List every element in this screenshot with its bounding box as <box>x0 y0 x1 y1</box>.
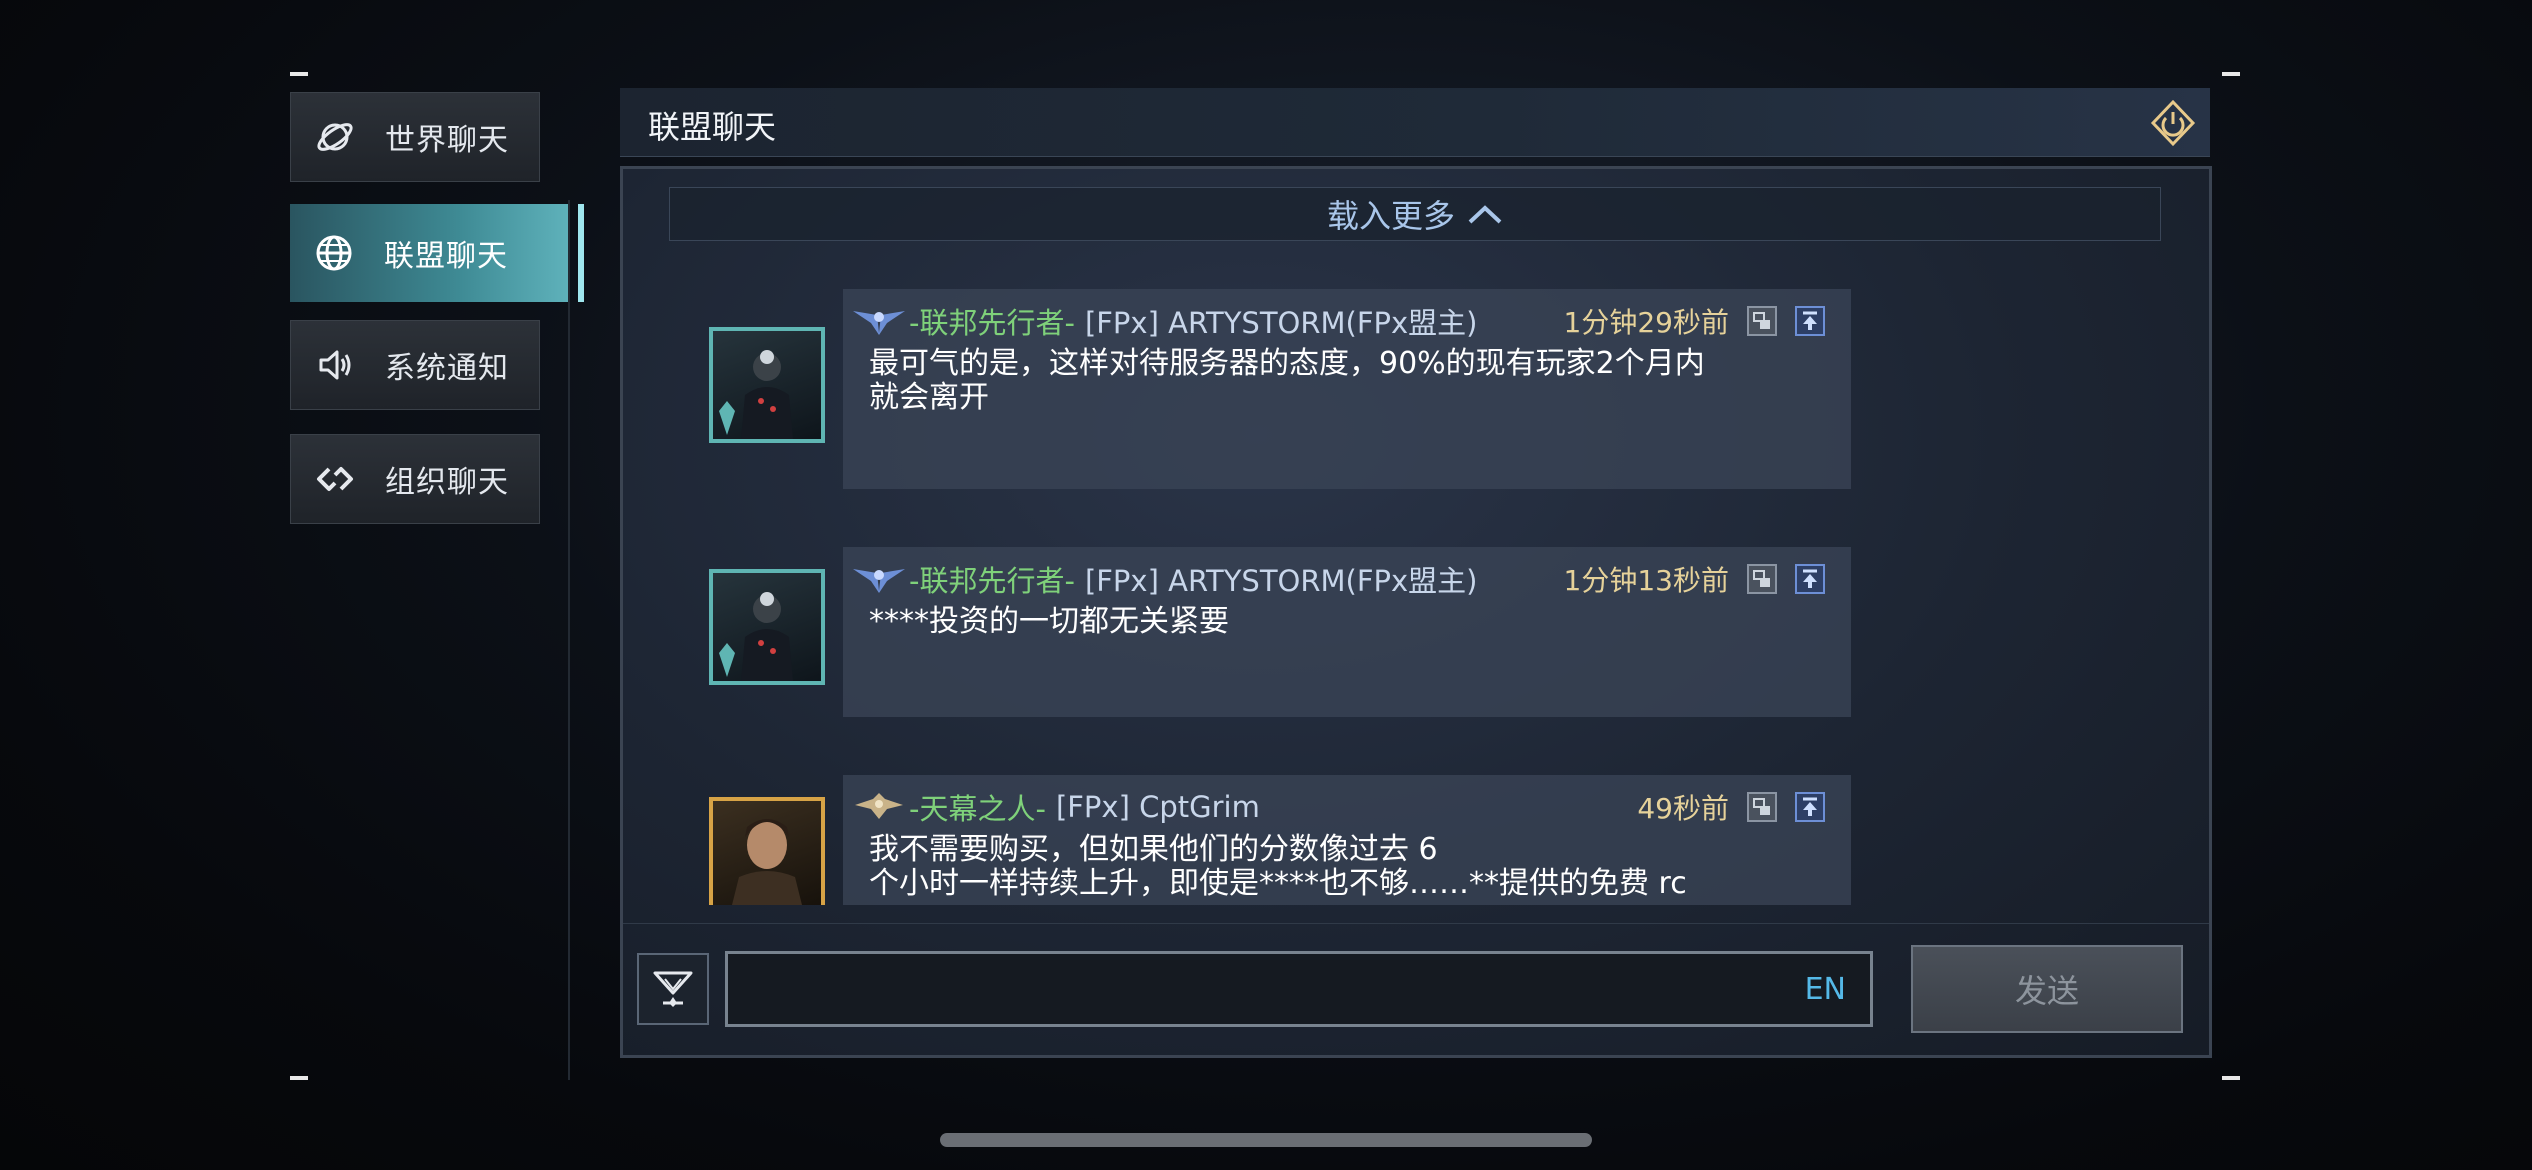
avatar[interactable] <box>709 569 825 685</box>
power-icon <box>2150 99 2196 147</box>
avatar[interactable] <box>709 797 825 905</box>
frame-corner-tl <box>290 72 308 76</box>
message-text: 我不需要购买，但如果他们的分数像过去 6 个小时一样持续上升，即使是****也不… <box>869 832 1687 901</box>
sidebar-divider <box>568 200 570 1080</box>
sidebar-item-org-chat[interactable]: 组织聊天 <box>290 434 540 524</box>
page-title: 联盟聊天 <box>648 108 777 146</box>
rank-wings-icon <box>853 569 905 593</box>
input-divider <box>623 923 2209 924</box>
message-bubble: -联邦先行者- [FPx] ARTYSTORM(FPx盟主) 1分钟29秒前 最… <box>843 289 1851 489</box>
pin-top-icon[interactable] <box>1795 792 1825 822</box>
home-indicator[interactable] <box>940 1133 1592 1147</box>
sidebar-item-label: 系统通知 <box>385 351 509 386</box>
translate-icon[interactable] <box>1747 564 1777 594</box>
filter-icon <box>653 971 693 1007</box>
sidebar-item-world-chat[interactable]: 世界聊天 <box>290 92 540 182</box>
sidebar-item-label: 组织聊天 <box>385 465 509 500</box>
user-name[interactable]: [FPx] ARTYSTORM(FPx盟主) <box>1085 558 1478 600</box>
send-button-label: 发送 <box>2014 972 2079 1010</box>
message-meta: -联邦先行者- [FPx] ARTYSTORM(FPx盟主) 1分钟13秒前 <box>853 557 1825 601</box>
message-bubble: -天幕之人- [FPx] CptGrim 49秒前 我不需要购买，但如果他们的分… <box>843 775 1851 905</box>
user-title: -联邦先行者- <box>909 564 1075 598</box>
message-bubble: -联邦先行者- [FPx] ARTYSTORM(FPx盟主) 1分钟13秒前 *… <box>843 547 1851 717</box>
rank-eagle-icon <box>855 793 903 819</box>
translate-icon[interactable] <box>1747 792 1777 822</box>
link-icon <box>313 457 357 501</box>
message-text: ****投资的一切都无关紧要 <box>869 604 1229 639</box>
message-meta: -联邦先行者- [FPx] ARTYSTORM(FPx盟主) 1分钟29秒前 <box>853 299 1825 343</box>
planet-icon <box>313 115 357 159</box>
frame-corner-br <box>2222 1076 2240 1080</box>
rank-wings-icon <box>853 311 905 335</box>
commander-portrait-icon <box>719 350 793 439</box>
translate-icon[interactable] <box>1747 306 1777 336</box>
user-title: -天幕之人- <box>909 792 1046 826</box>
message-input[interactable]: EN <box>725 951 1873 1027</box>
user-name[interactable]: [FPx] ARTYSTORM(FPx盟主) <box>1085 300 1478 342</box>
frame-corner-bl <box>290 1076 308 1080</box>
language-toggle[interactable]: EN <box>1805 972 1846 1007</box>
commander-portrait-icon <box>719 592 793 681</box>
user-title: -联邦先行者- <box>909 306 1075 340</box>
message-time: 49秒前 <box>1637 792 1729 825</box>
globe-icon <box>312 231 356 275</box>
load-more-button[interactable]: 载入更多 <box>669 187 2161 241</box>
speaker-icon <box>313 343 357 387</box>
message-time: 1分钟13秒前 <box>1563 564 1729 597</box>
filter-button[interactable] <box>637 953 709 1025</box>
pin-top-icon[interactable] <box>1795 306 1825 336</box>
message-meta: -天幕之人- [FPx] CptGrim 49秒前 <box>855 785 1825 829</box>
message-time: 1分钟29秒前 <box>1563 306 1729 339</box>
chat-header: 联盟聊天 <box>620 88 2210 157</box>
chevron-up-icon <box>1468 205 1502 224</box>
exit-button[interactable] <box>2148 98 2198 148</box>
chat-panel: 载入更多 -联邦先行者- [FPx] ARTYSTORM(FPx盟主) 1分钟2… <box>620 166 2212 1058</box>
user-name[interactable]: [FPx] CptGrim <box>1056 790 1260 824</box>
sidebar-item-system-notice[interactable]: 系统通知 <box>290 320 540 410</box>
commander-portrait-icon <box>732 819 802 905</box>
sidebar-item-label: 世界聊天 <box>385 123 509 158</box>
message-text: 最可气的是，这样对待服务器的态度，90%的现有玩家2个月内 就会离开 <box>869 346 1705 415</box>
sidebar-item-label: 联盟聊天 <box>384 239 508 274</box>
load-more-label: 载入更多 <box>1326 197 1455 235</box>
send-button[interactable]: 发送 <box>1911 945 2183 1033</box>
pin-top-icon[interactable] <box>1795 564 1825 594</box>
frame-corner-tr <box>2222 72 2240 76</box>
sidebar-item-alliance-chat[interactable]: 联盟聊天 <box>290 204 584 302</box>
message-list[interactable]: -联邦先行者- [FPx] ARTYSTORM(FPx盟主) 1分钟29秒前 最… <box>623 269 2209 905</box>
avatar[interactable] <box>709 327 825 443</box>
